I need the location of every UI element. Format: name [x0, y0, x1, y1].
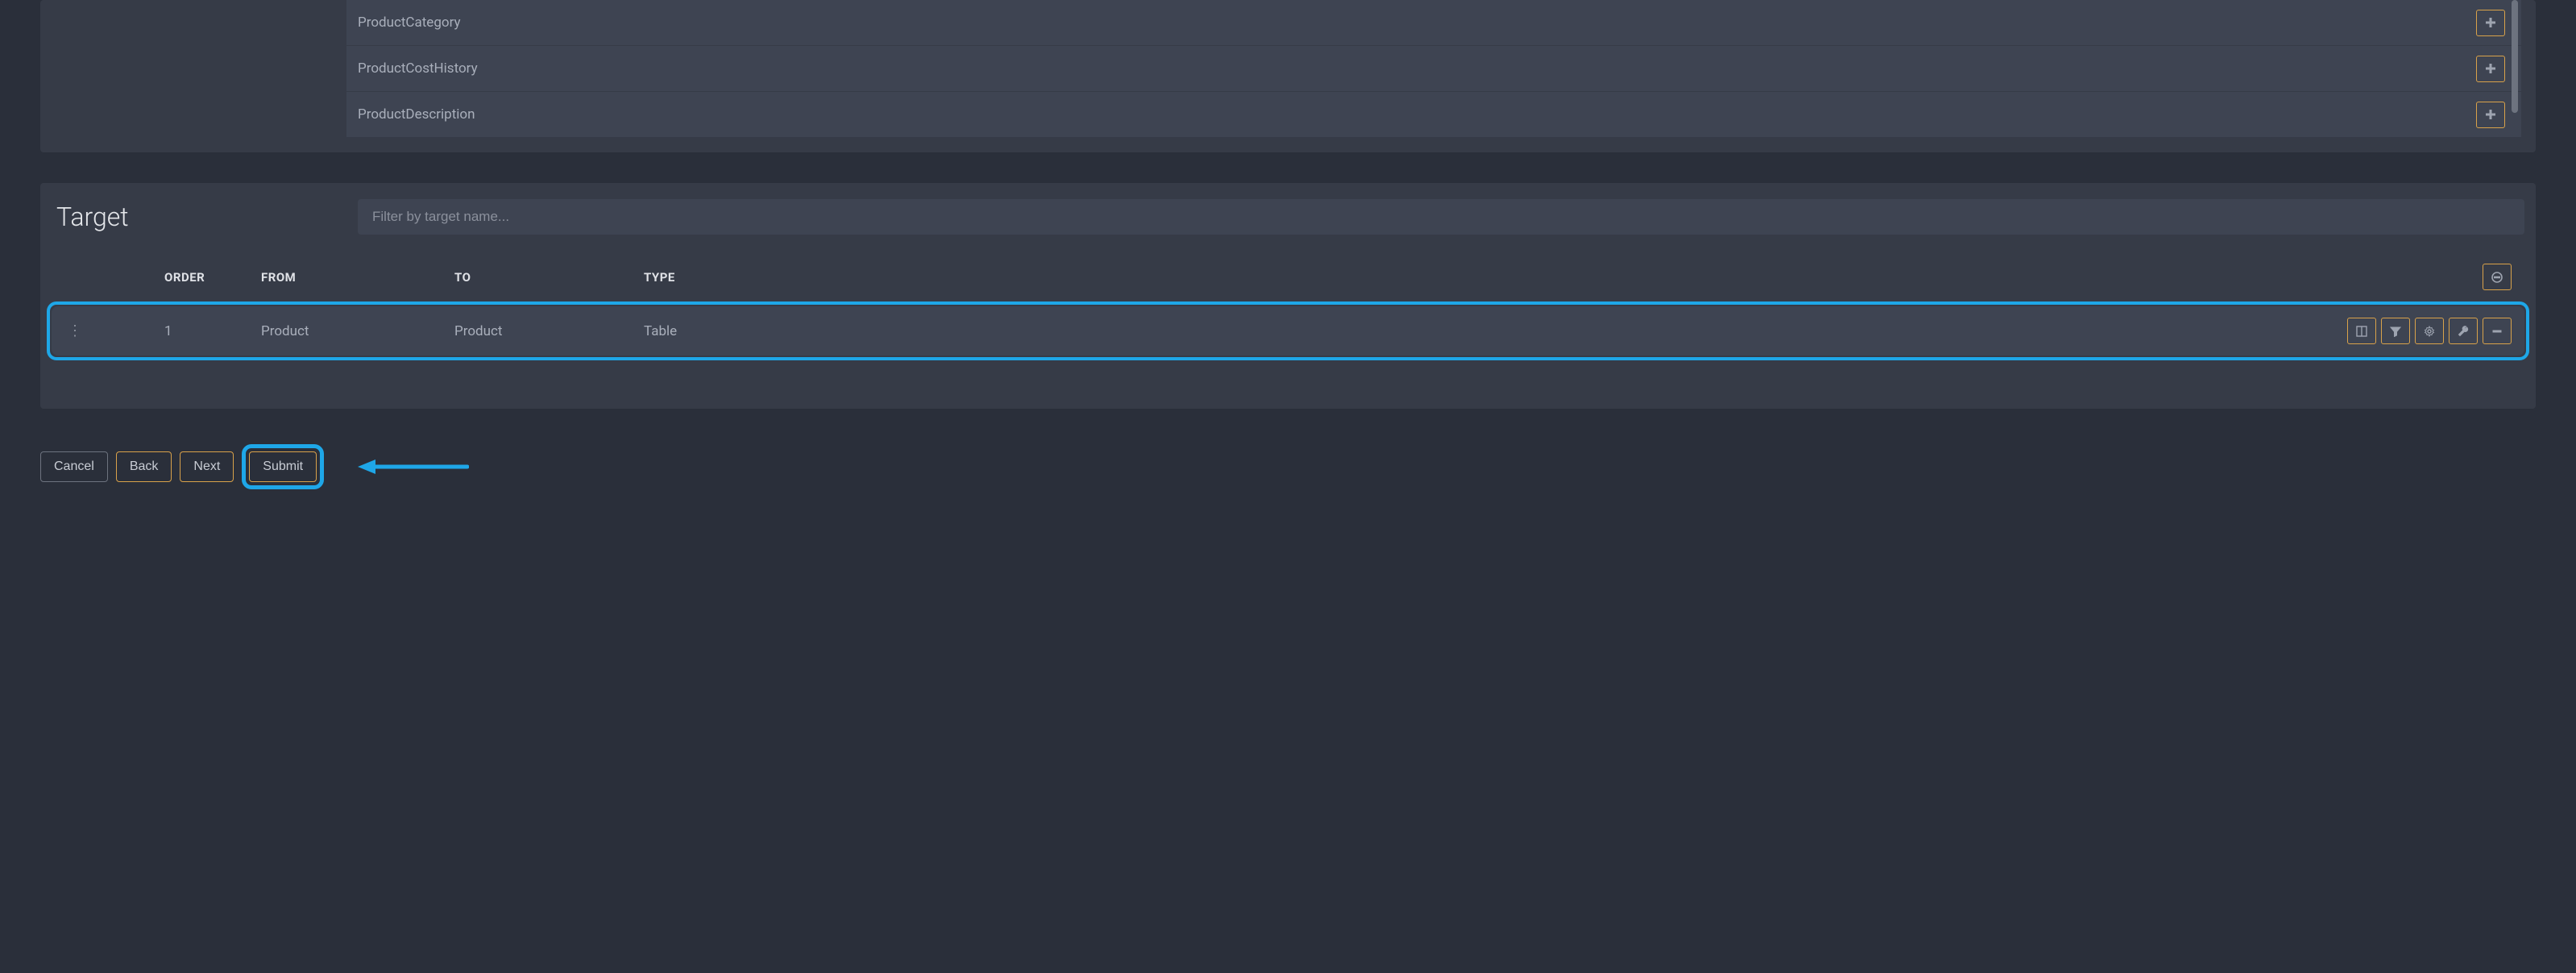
wizard-footer: Cancel Back Next Submit: [40, 444, 2536, 489]
columns-icon: [2356, 326, 2367, 337]
source-list: ProductCategory ProductCostHistory Produ…: [346, 0, 2521, 138]
filter-icon: [2390, 326, 2401, 337]
plus-icon: [2486, 18, 2495, 27]
edit-button[interactable]: [2449, 318, 2478, 344]
cell-order: 1: [164, 323, 261, 339]
add-source-button[interactable]: [2476, 102, 2505, 128]
plus-icon: [2486, 110, 2495, 119]
gear-icon: [2424, 326, 2435, 337]
source-panel: ProductCategory ProductCostHistory Produ…: [40, 0, 2536, 152]
source-row: ProductCategory: [346, 0, 2521, 46]
target-table-header: ORDER FROM TO TYPE: [52, 256, 2524, 301]
target-filter-input[interactable]: [358, 199, 2524, 235]
wrench-icon: [2458, 326, 2469, 337]
add-source-button[interactable]: [2476, 56, 2505, 82]
filter-button[interactable]: [2381, 318, 2410, 344]
minus-icon: [2492, 326, 2502, 336]
table-row: ⋮ 1 Product Product Table: [52, 306, 2524, 356]
remove-all-button[interactable]: [2483, 264, 2512, 290]
drag-handle-icon[interactable]: ⋮: [60, 322, 82, 339]
cell-to: Product: [454, 323, 644, 339]
highlighted-target-row: ⋮ 1 Product Product Table: [47, 301, 2529, 360]
cell-from: Product: [261, 323, 454, 339]
cancel-button[interactable]: Cancel: [40, 451, 108, 482]
source-label: ProductDescription: [358, 106, 475, 123]
target-table: ORDER FROM TO TYPE ⋮ 1 Product Prod: [52, 256, 2524, 360]
target-title: Target: [52, 202, 358, 232]
submit-button[interactable]: Submit: [249, 451, 317, 482]
source-row: ProductDescription: [346, 92, 2521, 138]
arrow-left-icon: [356, 455, 469, 478]
scrollbar[interactable]: [2512, 0, 2518, 138]
column-to: TO: [454, 270, 644, 285]
cell-type: Table: [644, 323, 2347, 339]
plus-icon: [2486, 64, 2495, 73]
scrollbar-thumb[interactable]: [2512, 0, 2518, 113]
source-label: ProductCostHistory: [358, 60, 478, 77]
minus-circle-icon: [2491, 272, 2503, 283]
add-source-button[interactable]: [2476, 10, 2505, 36]
highlighted-submit: Submit: [242, 444, 324, 489]
next-button[interactable]: Next: [180, 451, 234, 482]
source-label: ProductCategory: [358, 15, 461, 31]
settings-button[interactable]: [2415, 318, 2444, 344]
source-row: ProductCostHistory: [346, 46, 2521, 92]
annotation-arrow: [356, 455, 469, 478]
columns-button[interactable]: [2347, 318, 2376, 344]
remove-row-button[interactable]: [2483, 318, 2512, 344]
column-type: TYPE: [644, 270, 2483, 285]
target-panel: Target ORDER FROM TO TYPE ⋮: [40, 183, 2536, 409]
column-order: ORDER: [164, 270, 261, 285]
back-button[interactable]: Back: [116, 451, 172, 482]
column-from: FROM: [261, 270, 454, 285]
